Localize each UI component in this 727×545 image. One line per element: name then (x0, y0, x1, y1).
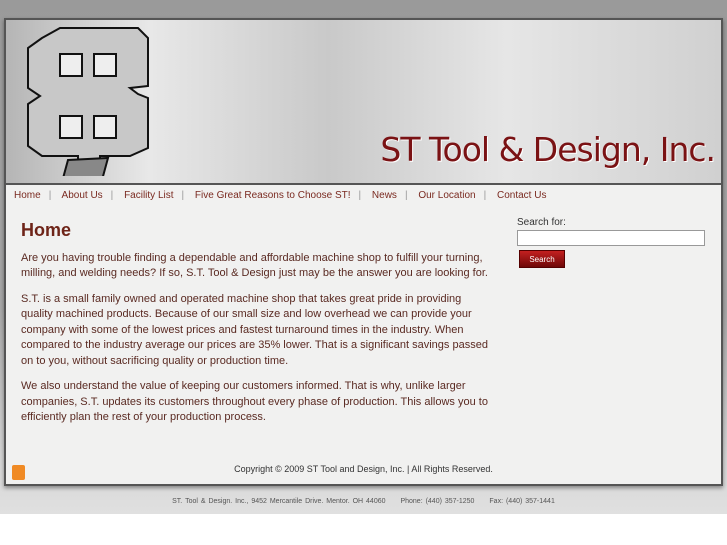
about-paragraph: S.T. is a small family owned and operate… (21, 292, 488, 367)
customers-paragraph: We also understand the value of keeping … (21, 380, 488, 423)
footer-phone: Phone: (440) 357-1250 (400, 498, 475, 505)
nav-facility-list[interactable]: Facility List (124, 190, 173, 201)
nav-separator: | (110, 190, 114, 201)
nav-about-us[interactable]: About Us (62, 190, 103, 201)
brand-title: ST Tool & Design, Inc. (380, 130, 716, 169)
search-button[interactable]: Search (519, 250, 565, 268)
nav-five-reasons[interactable]: Five Great Reasons to Choose ST! (195, 190, 351, 201)
nav-home[interactable]: Home (14, 190, 41, 201)
st-logo-icon (27, 27, 149, 176)
nav-separator: | (404, 190, 408, 201)
copyright: Copyright © 2009 ST Tool and Design, Inc… (234, 464, 493, 474)
nav-separator: | (181, 190, 185, 201)
header-banner: ST Tool & Design, Inc. (6, 20, 721, 185)
intro-paragraph: Are you having trouble finding a dependa… (21, 251, 488, 280)
search-input[interactable] (517, 230, 705, 246)
footer-fax: Fax: (440) 357-1441 (489, 498, 555, 505)
footer-address: ST. Tool & Design. Inc., 9452 Mercantile… (172, 498, 386, 505)
footer-address-bar: ST. Tool & Design. Inc., 9452 Mercantile… (0, 498, 727, 505)
nav-news[interactable]: News (372, 190, 397, 201)
page-title: Home (21, 220, 72, 240)
page-container: ST Tool & Design, Inc. Home | About Us | F… (4, 18, 723, 486)
main-nav: Home | About Us | Facility List | Five Grea… (14, 190, 546, 201)
main-content: Home Are you having trouble finding a de… (21, 220, 493, 436)
nav-separator: | (48, 190, 52, 201)
nav-separator: | (358, 190, 362, 201)
search-label: Search for: (517, 217, 566, 228)
nav-separator: | (483, 190, 487, 201)
nav-contact-us[interactable]: Contact Us (497, 190, 546, 201)
nav-our-location[interactable]: Our Location (418, 190, 475, 201)
search-panel: Search for: Search (517, 217, 707, 268)
